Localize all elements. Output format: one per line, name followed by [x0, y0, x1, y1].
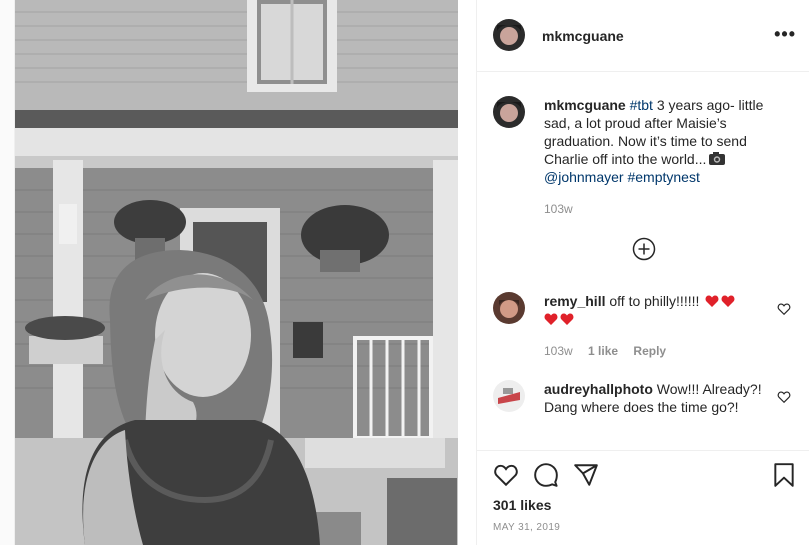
- commenter-avatar[interactable]: [493, 380, 525, 412]
- caption-meta: 103w: [544, 202, 585, 216]
- comment-text: remy_hill off to philly!!!!!!: [544, 292, 764, 328]
- red-heart-emoji-icon: [560, 313, 574, 325]
- caption-author-avatar[interactable]: [493, 96, 525, 128]
- red-heart-emoji-icon: [705, 295, 719, 307]
- bookmark-icon[interactable]: [771, 462, 797, 488]
- more-options-icon[interactable]: •••: [774, 24, 796, 45]
- heart-icon[interactable]: [493, 462, 519, 488]
- comment-icon[interactable]: [533, 462, 559, 488]
- caption-time: 103w: [544, 202, 573, 216]
- reply-button[interactable]: Reply: [633, 344, 666, 358]
- like-comment-heart-icon[interactable]: [777, 390, 791, 404]
- author-username[interactable]: mkmcguane: [542, 28, 624, 44]
- hashtag-emptynest[interactable]: #emptynest: [627, 169, 699, 185]
- caption-text: mkmcguane #tbt 3 years ago- little sad, …: [544, 96, 764, 186]
- commenter-avatar[interactable]: [493, 292, 525, 324]
- likes-count[interactable]: 301 likes: [493, 497, 551, 513]
- caption: mkmcguane #tbt 3 years ago- little sad, …: [493, 96, 793, 226]
- comment-item: remy_hill off to philly!!!!!! 103w 1 lik…: [493, 292, 793, 362]
- mention-johnmayer[interactable]: @johnmayer: [544, 169, 624, 185]
- comment-likes-count[interactable]: 1 like: [588, 344, 618, 358]
- author-avatar[interactable]: [493, 19, 525, 51]
- camera-emoji-icon: [709, 152, 726, 165]
- comment-time: 103w: [544, 344, 573, 358]
- share-icon[interactable]: [573, 462, 599, 488]
- post-header: mkmcguane •••: [477, 0, 809, 72]
- post-date: MAY 31, 2019: [493, 522, 561, 533]
- comment-meta: 103w 1 like Reply: [544, 344, 678, 358]
- caption-username[interactable]: mkmcguane: [544, 97, 626, 113]
- hashtag-tbt[interactable]: #tbt: [630, 97, 653, 113]
- comment-item: audreyhallphoto Wow!!! Already?! Dang wh…: [493, 380, 793, 440]
- comment-username[interactable]: audreyhallphoto: [544, 381, 653, 397]
- red-heart-emoji-icon: [544, 313, 558, 325]
- like-comment-heart-icon[interactable]: [777, 302, 791, 316]
- comment-username[interactable]: remy_hill: [544, 293, 605, 309]
- photo-illustration: [15, 0, 458, 545]
- comment-body: off to philly!!!!!!: [609, 293, 700, 309]
- comment-text: audreyhallphoto Wow!!! Already?! Dang wh…: [544, 380, 764, 416]
- page-left-edge: [0, 0, 15, 545]
- load-more-comments-icon[interactable]: [632, 237, 656, 261]
- comments-section: mkmcguane #tbt 3 years ago- little sad, …: [477, 72, 809, 450]
- post-photo[interactable]: [15, 0, 458, 545]
- post-side-panel: mkmcguane ••• mkmcguane #tbt 3 years ago…: [476, 0, 809, 545]
- post-actions: 301 likes MAY 31, 2019: [477, 450, 809, 545]
- red-heart-emoji-icon: [721, 295, 735, 307]
